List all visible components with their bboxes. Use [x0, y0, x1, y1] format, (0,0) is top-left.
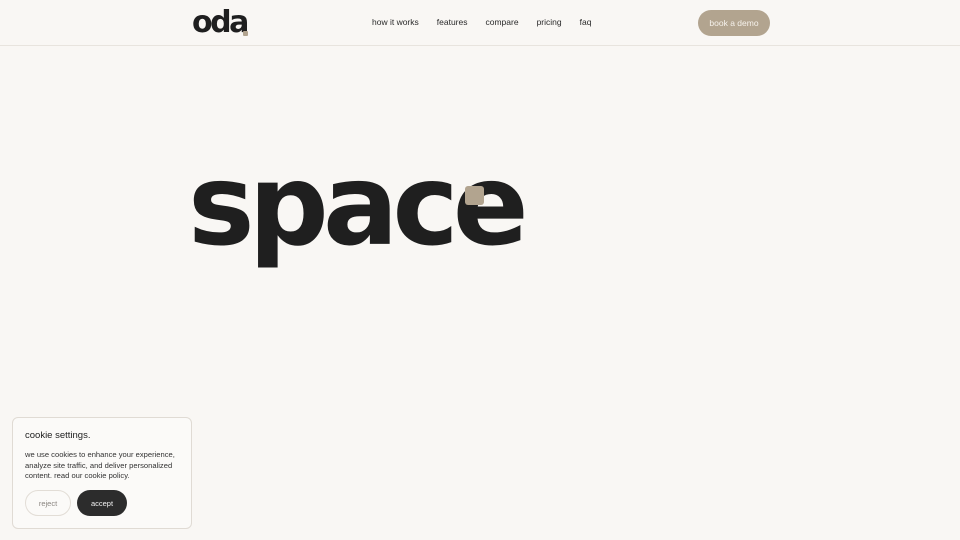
logo[interactable]: oda: [192, 8, 249, 38]
site-header: oda how it works features compare pricin…: [0, 0, 960, 46]
nav-link-compare[interactable]: compare: [485, 17, 518, 27]
nav-link-how-it-works[interactable]: how it works: [372, 17, 419, 27]
cookie-banner: cookie settings. we use cookies to enhan…: [12, 417, 192, 529]
logo-dot-icon: [243, 31, 248, 36]
main-nav: how it works features compare pricing fa…: [372, 17, 591, 27]
page: oda how it works features compare pricin…: [0, 0, 960, 540]
nav-link-features[interactable]: features: [437, 17, 468, 27]
cookie-title: cookie settings.: [25, 430, 91, 441]
nav-link-faq[interactable]: faq: [580, 17, 592, 27]
accent-square-icon: [465, 186, 484, 205]
reject-cookies-button[interactable]: reject: [25, 490, 71, 516]
nav-link-pricing[interactable]: pricing: [537, 17, 562, 27]
cookie-actions: reject accept: [25, 490, 127, 516]
hero-wordmark: space: [188, 141, 529, 271]
book-demo-button[interactable]: book a demo: [698, 10, 770, 36]
accept-cookies-button[interactable]: accept: [77, 490, 127, 516]
cookie-description: we use cookies to enhance your experienc…: [25, 450, 175, 480]
